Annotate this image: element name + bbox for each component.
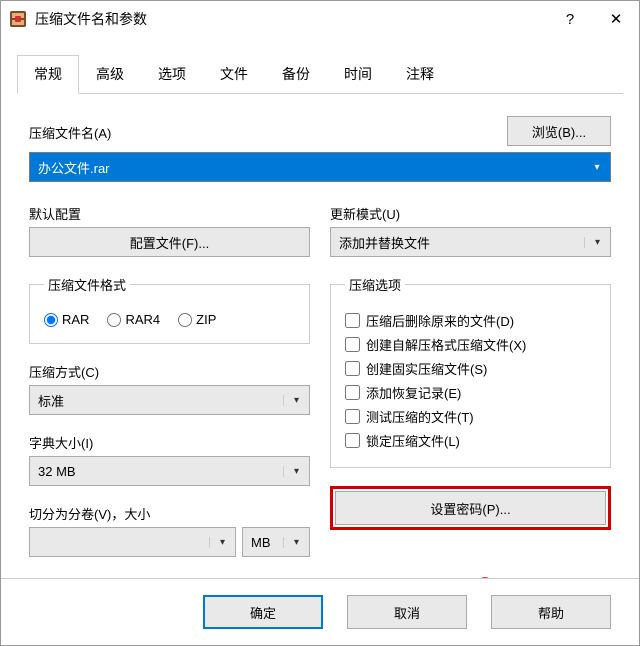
opt-recovery[interactable]: 添加恢复记录(E) [345, 383, 596, 402]
winrar-icon [9, 10, 27, 28]
archive-name-label: 压缩文件名(A) [29, 123, 499, 142]
format-legend: 压缩文件格式 [44, 275, 130, 294]
opt-sfx[interactable]: 创建自解压格式压缩文件(X) [345, 335, 596, 354]
tab-strip: 常规 高级 选项 文件 备份 时间 注释 [17, 55, 623, 94]
opt-lock[interactable]: 锁定压缩文件(L) [345, 431, 596, 450]
chevron-down-icon: ▾ [283, 395, 309, 406]
tab-files[interactable]: 文件 [203, 55, 265, 94]
cancel-button[interactable]: 取消 [347, 595, 467, 629]
dialog-buttons: 确定 取消 帮助 [1, 578, 639, 645]
update-mode-select[interactable]: 添加并替换文件 ▾ [330, 227, 611, 257]
split-label: 切分为分卷(V)，大小 [29, 504, 310, 523]
options-group: 压缩选项 压缩后删除原来的文件(D) 创建自解压格式压缩文件(X) 创建固实压缩… [330, 275, 611, 468]
opt-delete-after[interactable]: 压缩后删除原来的文件(D) [345, 311, 596, 330]
browse-button[interactable]: 浏览(B)... [507, 116, 611, 146]
tab-backup[interactable]: 备份 [265, 55, 327, 94]
tab-general[interactable]: 常规 [17, 55, 79, 94]
tab-content: 压缩文件名(A) 浏览(B)... 办公文件.rar ▾ 默认配置 配置文件(F… [1, 94, 639, 597]
method-select[interactable]: 标准 ▾ [29, 385, 310, 415]
set-password-highlight: 设置密码(P)... [330, 486, 611, 530]
close-button[interactable]: ✕ [593, 3, 639, 35]
update-mode-label: 更新模式(U) [330, 204, 611, 223]
method-label: 压缩方式(C) [29, 362, 310, 381]
archive-name-input[interactable]: 办公文件.rar ▾ [29, 152, 611, 182]
dialog-window: 压缩文件名和参数 ? ✕ 常规 高级 选项 文件 备份 时间 注释 压缩文件名(… [0, 0, 640, 646]
help-button-bottom[interactable]: 帮助 [491, 595, 611, 629]
dict-select[interactable]: 32 MB ▾ [29, 456, 310, 486]
dict-label: 字典大小(I) [29, 433, 310, 452]
format-rar4[interactable]: RAR4 [107, 312, 160, 327]
format-group: 压缩文件格式 RAR RAR4 ZIP [29, 275, 310, 344]
chevron-down-icon: ▾ [283, 537, 309, 548]
tab-time[interactable]: 时间 [327, 55, 389, 94]
opt-test[interactable]: 测试压缩的文件(T) [345, 407, 596, 426]
split-unit-select[interactable]: MB ▾ [242, 527, 310, 557]
chevron-down-icon: ▾ [283, 466, 309, 477]
window-controls: ? ✕ [547, 3, 639, 35]
format-rar[interactable]: RAR [44, 312, 89, 327]
tab-comment[interactable]: 注释 [389, 55, 451, 94]
chevron-down-icon: ▾ [584, 162, 610, 173]
set-password-button[interactable]: 设置密码(P)... [335, 491, 606, 525]
chevron-down-icon: ▾ [584, 237, 610, 248]
format-zip[interactable]: ZIP [178, 312, 216, 327]
default-profile-label: 默认配置 [29, 204, 310, 223]
dialog-title: 压缩文件名和参数 [35, 9, 547, 29]
help-button[interactable]: ? [547, 3, 593, 35]
profiles-button[interactable]: 配置文件(F)... [29, 227, 310, 257]
tab-options[interactable]: 选项 [141, 55, 203, 94]
tab-advanced[interactable]: 高级 [79, 55, 141, 94]
options-legend: 压缩选项 [345, 275, 405, 294]
ok-button[interactable]: 确定 [203, 595, 323, 629]
chevron-down-icon: ▾ [209, 537, 235, 548]
split-size-input[interactable]: ▾ [29, 527, 236, 557]
opt-solid[interactable]: 创建固实压缩文件(S) [345, 359, 596, 378]
titlebar: 压缩文件名和参数 ? ✕ [1, 1, 639, 37]
